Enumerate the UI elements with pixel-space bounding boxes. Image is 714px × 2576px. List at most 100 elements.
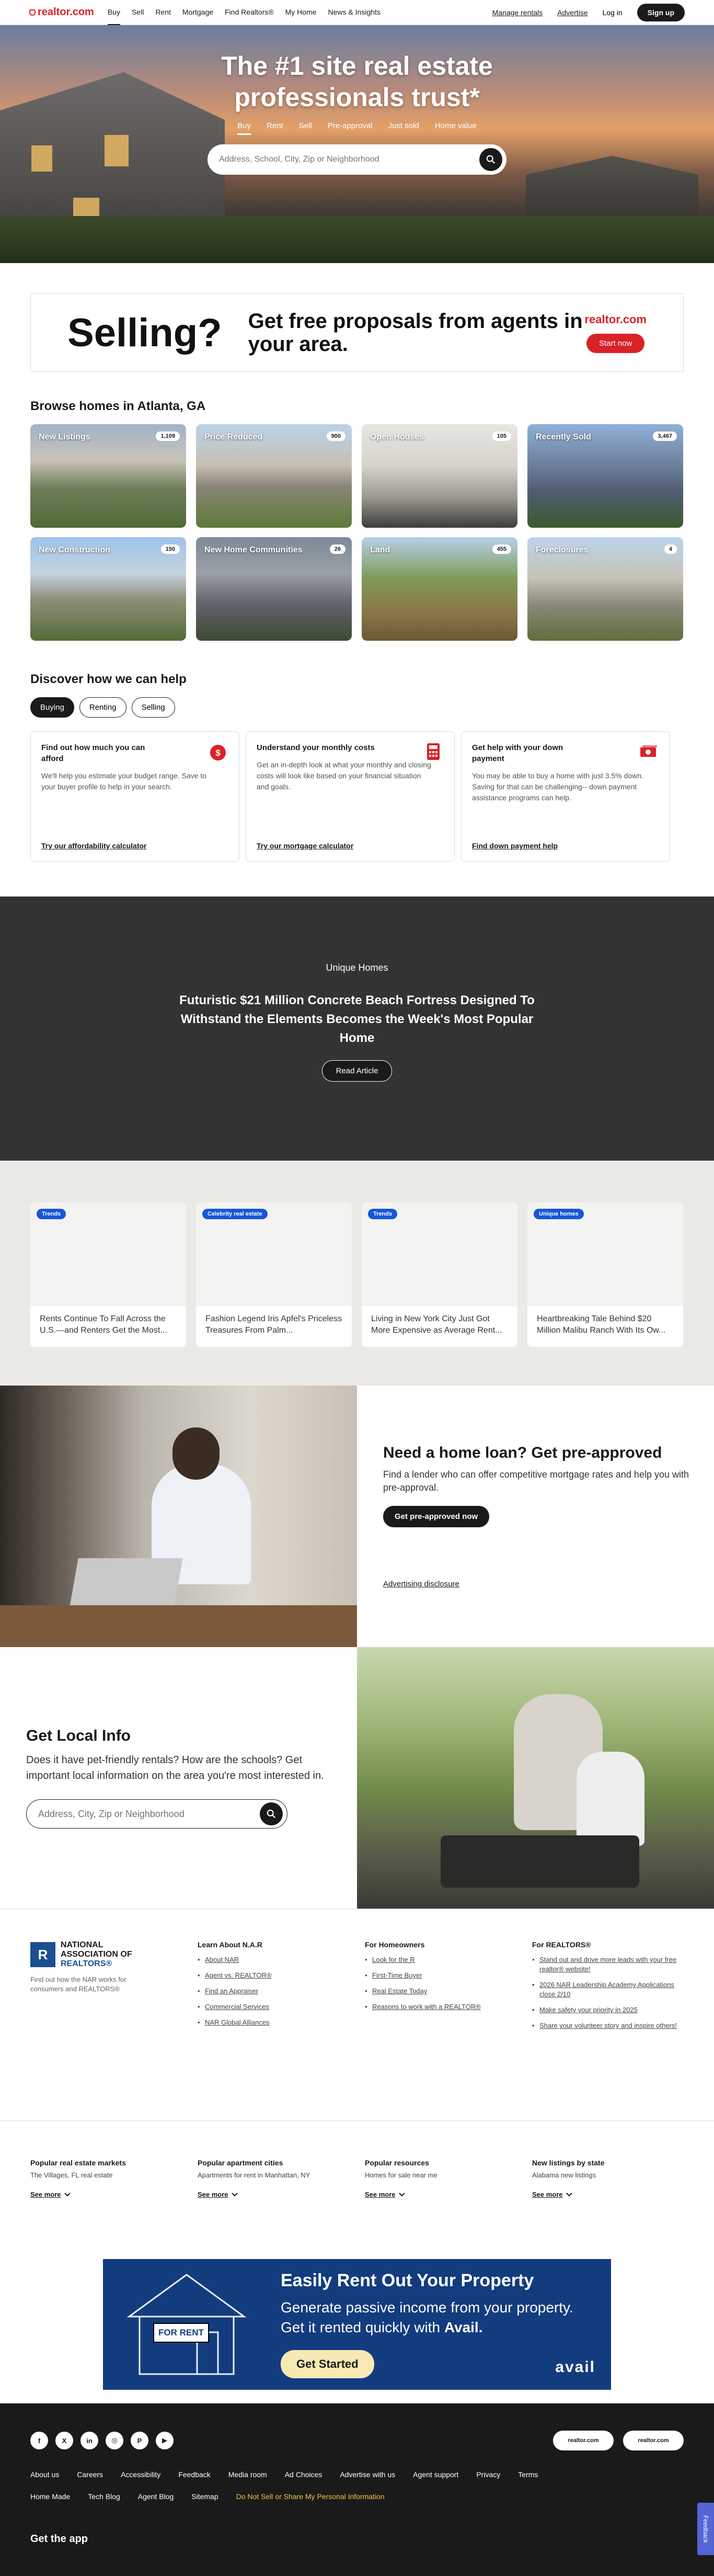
nav-link-mortgage[interactable]: Mortgage [182,0,213,25]
advertise-link[interactable]: Advertise [557,8,588,17]
pill-renting[interactable]: Renting [79,697,126,718]
feedback-tab[interactable]: Feedback [697,2503,714,2555]
popular-item[interactable]: Apartments for rent in Manhattan, NY [198,2171,365,2179]
local-search-button[interactable] [260,1802,283,1825]
unique-kicker: Unique Homes [326,962,388,973]
popular-item[interactable]: Homes for sale near me [365,2171,532,2179]
realtor-logo[interactable]: realtor.com [29,6,94,18]
footer-link-privacy[interactable]: Privacy [476,2470,500,2479]
footer-link[interactable]: NAR Global Alliances [198,2018,354,2027]
footer-link-accessibility[interactable]: Accessibility [121,2470,160,2479]
hero-tab-buy[interactable]: Buy [237,121,251,135]
see-more-toggle[interactable]: See more [30,2191,198,2198]
article-card[interactable]: Unique homes Heartbreaking Tale Behind $… [527,1202,683,1347]
youtube-icon[interactable]: ▶ [156,2432,174,2449]
footer-link-feedback[interactable]: Feedback [178,2470,210,2479]
footer-link-tech-blog[interactable]: Tech Blog [88,2492,120,2501]
start-now-button[interactable]: Start now [586,333,645,353]
browse-card-land[interactable]: Land 455 [362,537,517,641]
avail-ad-banner[interactable]: FOR RENT Easily Rent Out Your Property G… [103,2259,611,2390]
instagram-icon[interactable]: ◎ [106,2432,123,2449]
hero-search-input[interactable] [219,155,479,164]
nar-logo[interactable]: R NATIONAL ASSOCIATION OF REALTORS® [30,1940,198,1969]
footer-link[interactable]: Real Estate Today [365,1987,522,1996]
footer-link-home-made[interactable]: Home Made [30,2492,70,2501]
footer-link[interactable]: About NAR [198,1955,354,1965]
down-payment-help-link[interactable]: Find down payment help [472,842,558,850]
see-more-toggle[interactable]: See more [198,2191,365,2198]
article-card[interactable]: Celebrity real estate Fashion Legend Iri… [196,1202,352,1347]
hero-tab-home-value[interactable]: Home value [435,121,477,135]
browse-card-price-reduced[interactable]: Price Reduced 900 [196,424,352,528]
app-badge[interactable]: realtor.com [623,2431,684,2450]
footer-link[interactable]: Agent vs. REALTOR® [198,1971,354,1980]
browse-card-new-home-communities[interactable]: New Home Communities 26 [196,537,352,641]
footer-link[interactable]: Make safety your priority in 2025 [532,2005,689,2015]
see-more-toggle[interactable]: See more [532,2191,684,2198]
browse-card-new-listings[interactable]: New Listings 1,109 [30,424,186,528]
browse-card-foreclosures[interactable]: Foreclosures 4 [527,537,683,641]
local-search-input[interactable] [38,1808,260,1820]
see-more-toggle[interactable]: See more [365,2191,532,2198]
get-pre-approved-button[interactable]: Get pre-approved now [383,1506,490,1527]
footer-link-media-room[interactable]: Media room [228,2470,267,2479]
do-not-sell-link[interactable]: Do Not Sell or Share My Personal Informa… [236,2492,385,2501]
hero-tab-rent[interactable]: Rent [267,121,283,135]
app-badge[interactable]: realtor.com [553,2431,614,2450]
footer-links-row-1: About us Careers Accessibility Feedback … [30,2470,684,2479]
nav-link-news[interactable]: News & Insights [328,0,381,25]
browse-card-new-construction[interactable]: New Construction 150 [30,537,186,641]
facebook-icon[interactable]: f [30,2432,48,2449]
get-started-button[interactable]: Get Started [281,2350,374,2378]
nav-link-sell[interactable]: Sell [132,0,144,25]
affordability-calculator-link[interactable]: Try our affordability calculator [41,842,147,850]
footer-link[interactable]: Stand out and drive more leads with your… [532,1955,689,1974]
login-button[interactable]: Log in [603,8,623,17]
signup-button[interactable]: Sign up [637,3,685,21]
x-icon[interactable]: X [55,2432,73,2449]
footer-link-ad-choices[interactable]: Ad Choices [285,2470,323,2479]
nav-link-my-home[interactable]: My Home [285,0,317,25]
footer-link-agent-support[interactable]: Agent support [413,2470,458,2479]
article-card[interactable]: Trends Living in New York City Just Got … [362,1202,517,1347]
footer-link[interactable]: 2026 NAR Leadership Academy Applications… [532,1980,689,1999]
browse-card-recently-sold[interactable]: Recently Sold 3,467 [527,424,683,528]
home-loan-text: Need a home loan? Get pre-approved Find … [357,1386,714,1647]
article-tag: Trends [368,1209,398,1219]
manage-rentals-link[interactable]: Manage rentals [492,8,543,17]
browse-card-count: 1,109 [156,432,180,441]
footer-link[interactable]: Reasons to work with a REALTOR® [365,2002,522,2012]
nav-link-buy[interactable]: Buy [107,0,120,25]
footer-link-careers[interactable]: Careers [77,2470,103,2479]
popular-col: Popular resources Homes for sale near me… [365,2159,532,2259]
nav-link-rent[interactable]: Rent [155,0,171,25]
popular-item[interactable]: Alabama new listings [532,2171,684,2179]
footer-link-about[interactable]: About us [30,2470,59,2479]
browse-card-open-houses[interactable]: Open Houses 105 [362,424,517,528]
footer-link[interactable]: Commercial Services [198,2002,354,2012]
article-card[interactable]: Trends Rents Continue To Fall Across the… [30,1202,186,1347]
hero-search-button[interactable] [479,148,502,171]
footer-link[interactable]: Look for the R [365,1955,522,1965]
popular-item[interactable]: The Villages, FL real estate [30,2171,198,2179]
footer-link[interactable]: First-Time Buyer [365,1971,522,1980]
mortgage-calculator-link[interactable]: Try our mortgage calculator [257,842,353,850]
footer-col-title: For Homeowners [365,1940,425,1949]
footer-link-sitemap[interactable]: Sitemap [191,2492,218,2501]
advertising-disclosure-link[interactable]: Advertising disclosure [383,1580,714,1588]
hero-tab-just-sold[interactable]: Just sold [388,121,419,135]
read-article-button[interactable]: Read Article [321,1060,393,1082]
hero-tab-sell[interactable]: Sell [299,121,312,135]
footer-link-terms[interactable]: Terms [518,2470,538,2479]
pinterest-icon[interactable]: P [131,2432,148,2449]
footer-link-agent-blog[interactable]: Agent Blog [138,2492,174,2501]
selling-ad-banner[interactable]: Selling? Get free proposals from agents … [30,293,684,372]
pill-selling[interactable]: Selling [131,697,175,718]
footer-link[interactable]: Find an Appraiser [198,1987,354,1996]
hero-tab-pre-approval[interactable]: Pre-approval [328,121,373,135]
pill-buying[interactable]: Buying [30,697,74,718]
linkedin-icon[interactable]: in [80,2432,98,2449]
footer-link[interactable]: Share your volunteer story and inspire o… [532,2021,689,2030]
nav-link-find-realtors[interactable]: Find Realtors® [225,0,274,25]
footer-link-advertise[interactable]: Advertise with us [340,2470,395,2479]
